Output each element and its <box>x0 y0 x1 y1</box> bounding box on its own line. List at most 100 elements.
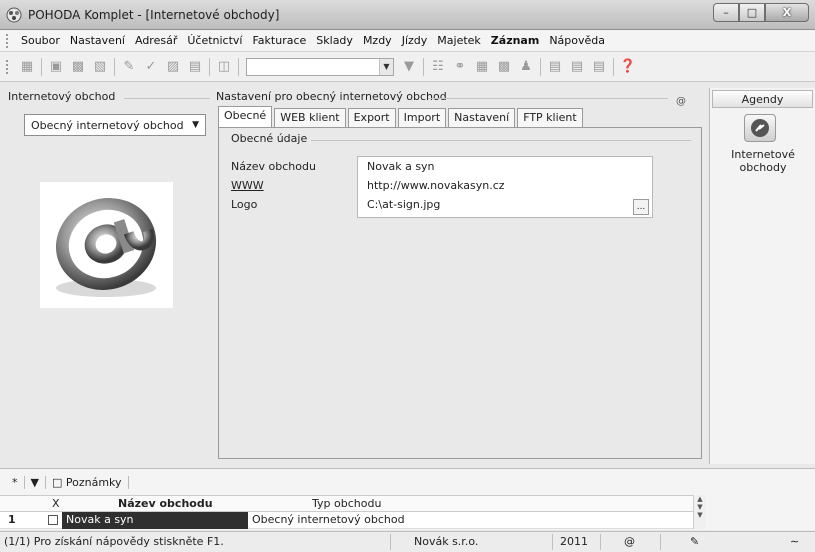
maximize-icon: □ <box>746 6 758 19</box>
www-label-link[interactable]: WWW <box>231 179 264 192</box>
pohoda-app-icon <box>6 7 22 23</box>
window-tile-icon[interactable]: ▤ <box>590 58 608 76</box>
shop-select[interactable]: Obecný internetový obchod ▼ <box>24 114 206 136</box>
status-bar: (1/1) Pro získání nápovědy stiskněte F1.… <box>0 531 815 552</box>
chevron-down-icon: ▼ <box>192 120 199 130</box>
save-all-icon[interactable]: ▤ <box>186 58 204 76</box>
minimize-icon: – <box>723 6 729 19</box>
group-divider <box>311 140 691 141</box>
menu-ucetnictvi[interactable]: Účetnictví <box>182 34 247 47</box>
panel-divider <box>124 98 210 99</box>
status-separator <box>600 534 601 550</box>
print-icon[interactable]: ▩ <box>69 58 87 76</box>
menu-soubor[interactable]: Soubor <box>16 34 65 47</box>
table-icon[interactable]: ▦ <box>473 58 491 76</box>
toolbar-separator <box>613 57 614 76</box>
grid-tab-star[interactable]: * <box>6 475 25 489</box>
paste-icon[interactable]: ◫ <box>215 58 233 76</box>
minimize-button[interactable]: – <box>713 3 739 22</box>
internet-shops-agenda-icon[interactable] <box>744 114 776 142</box>
row-shop-name: Novak a syn <box>62 512 248 529</box>
close-button[interactable]: X <box>765 3 809 22</box>
table-row[interactable]: 1 Novak a syn Obecný internetový obchod <box>0 512 706 529</box>
shop-select-value: Obecný internetový obchod <box>31 118 184 132</box>
toolbar-separator <box>209 57 210 76</box>
menu-majetek[interactable]: Majetek <box>432 34 486 47</box>
group-title: Obecné údaje <box>231 132 308 145</box>
toolbar-separator <box>540 57 541 76</box>
menu-fakturace[interactable]: Fakturace <box>247 34 311 47</box>
title-bar: POHODA Komplet - [Internetové obchody] –… <box>0 0 815 30</box>
panel-divider <box>428 98 668 99</box>
settings-tabs: Obecné WEB klient Export Import Nastaven… <box>218 106 585 127</box>
logo-label: Logo <box>231 198 258 211</box>
row-number: 1 <box>8 513 16 526</box>
settings-panel-header: Nastavení pro obecný internetový obchod <box>216 90 447 103</box>
row-checkbox[interactable] <box>48 515 58 525</box>
tab-obecne[interactable]: Obecné <box>218 106 273 127</box>
resize-grip-icon[interactable]: ∼ <box>790 535 799 548</box>
maximize-button[interactable]: □ <box>739 3 765 22</box>
window-controls: – □ X <box>713 3 809 23</box>
tab-import[interactable]: Import <box>397 108 447 127</box>
help-pointer-icon[interactable]: ❓ <box>619 58 637 76</box>
menu-nastaveni[interactable]: Nastavení <box>65 34 130 47</box>
tab-ftp-klient[interactable]: FTP klient <box>517 108 583 127</box>
grid-tab-notes[interactable]: □ Poznámky <box>46 475 129 489</box>
filter-icon[interactable]: ▼ <box>25 475 46 489</box>
shop-name-field[interactable]: Novak a syn <box>361 157 649 177</box>
menu-jizdy[interactable]: Jízdy <box>397 34 433 47</box>
status-separator <box>390 534 391 550</box>
logo-path-field[interactable]: C:\at-sign.jpg <box>361 195 631 215</box>
note-icon: □ <box>51 475 66 489</box>
chevron-down-icon: ▼ <box>379 58 393 75</box>
menu-adresar[interactable]: Adresář <box>130 34 182 47</box>
menu-zaznam[interactable]: Záznam <box>486 34 545 47</box>
records-grid: * ▼ □ Poznámky X Název obchodu Typ obcho… <box>0 468 815 530</box>
grid-header: X Název obchodu Typ obchodu <box>0 495 706 512</box>
tab-page-obecne: Obecné údaje Název obchodu Novak a syn W… <box>218 127 702 459</box>
menu-sklady[interactable]: Sklady <box>311 34 358 47</box>
agenda-label-line1: Internetové <box>731 148 795 161</box>
status-at-icon: @ <box>624 535 635 548</box>
new-record-icon[interactable]: ▦ <box>18 58 36 76</box>
shop-list-panel: Internetový obchod Obecný internetový ob… <box>8 90 210 462</box>
agenda-item-internet-shops[interactable]: Internetové obchody <box>710 148 815 174</box>
shop-settings-panel: Nastavení pro obecný internetový obchod … <box>216 90 704 462</box>
browse-logo-button[interactable]: ... <box>633 199 649 215</box>
status-year: 2011 <box>560 535 588 548</box>
toolbar-grip <box>6 59 10 74</box>
row-shop-type: Obecný internetový obchod <box>252 513 405 526</box>
column-header-name[interactable]: Název obchodu <box>118 497 213 510</box>
menu-mzdy[interactable]: Mzdy <box>358 34 397 47</box>
tab-export[interactable]: Export <box>347 108 396 127</box>
menu-napoveda[interactable]: Nápověda <box>544 34 610 47</box>
at-icon: @ <box>676 96 686 107</box>
tab-web-klient[interactable]: WEB klient <box>274 108 346 127</box>
window-title: POHODA Komplet - [Internetové obchody] <box>28 8 280 22</box>
window-icon[interactable]: ▤ <box>546 58 564 76</box>
users-icon[interactable]: ♟ <box>517 58 535 76</box>
agendy-panel: Agendy Internetové obchody <box>709 88 815 464</box>
copy-icon[interactable]: ▣ <box>47 58 65 76</box>
grid-scrollbar[interactable]: ▲ ▼ ▼ <box>693 495 706 529</box>
filter-icon[interactable]: ▼ <box>400 58 418 76</box>
www-field[interactable]: http://www.novakasyn.cz <box>361 176 649 196</box>
preview-icon[interactable]: ▧ <box>91 58 109 76</box>
tab-nastaveni[interactable]: Nastavení <box>448 108 516 127</box>
menu-grip <box>6 33 10 48</box>
shop-logo-image <box>40 182 173 308</box>
confirm-icon[interactable]: ✓ <box>142 58 160 76</box>
menu-bar: Soubor Nastavení Adresář Účetnictví Fakt… <box>0 30 815 52</box>
link-icon[interactable]: ⚭ <box>451 58 469 76</box>
column-header-type[interactable]: Typ obchodu <box>312 497 381 510</box>
column-header-x[interactable]: X <box>52 497 60 510</box>
toolbar-separator <box>114 57 115 76</box>
quick-search-combo[interactable]: ▼ <box>246 57 394 76</box>
document-icon[interactable]: ☷ <box>429 58 447 76</box>
calculator-icon[interactable]: ▩ <box>495 58 513 76</box>
save-icon[interactable]: ▨ <box>164 58 182 76</box>
status-separator <box>552 534 553 550</box>
edit-icon[interactable]: ✎ <box>120 58 138 76</box>
window-list-icon[interactable]: ▤ <box>568 58 586 76</box>
